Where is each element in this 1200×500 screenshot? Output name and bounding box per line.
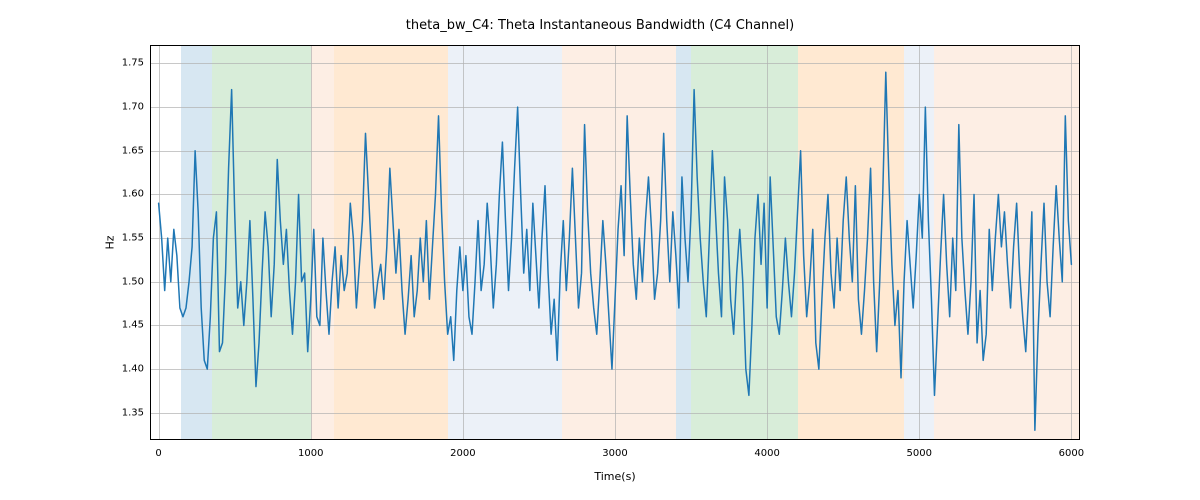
y-tick-label: 1.65 — [104, 145, 144, 156]
x-axis-label: Time(s) — [150, 470, 1080, 483]
y-tick-label: 1.45 — [104, 320, 144, 331]
y-tick-label: 1.40 — [104, 364, 144, 375]
line-series — [151, 46, 1079, 439]
x-tick-label: 4000 — [754, 448, 779, 459]
y-tick-label: 1.35 — [104, 407, 144, 418]
x-tick-label: 0 — [155, 448, 161, 459]
chart-figure: theta_bw_C4: Theta Instantaneous Bandwid… — [0, 0, 1200, 500]
chart-title: theta_bw_C4: Theta Instantaneous Bandwid… — [0, 18, 1200, 33]
y-tick-label: 1.55 — [104, 233, 144, 244]
x-tick-label: 5000 — [907, 448, 932, 459]
y-tick-label: 1.70 — [104, 102, 144, 113]
x-tick-label: 2000 — [450, 448, 475, 459]
y-tick-label: 1.50 — [104, 276, 144, 287]
y-tick-label: 1.75 — [104, 58, 144, 69]
x-tick-label: 1000 — [298, 448, 323, 459]
x-tick-label: 3000 — [602, 448, 627, 459]
x-tick-label: 6000 — [1059, 448, 1084, 459]
y-tick-label: 1.60 — [104, 189, 144, 200]
plot-area — [150, 45, 1080, 440]
